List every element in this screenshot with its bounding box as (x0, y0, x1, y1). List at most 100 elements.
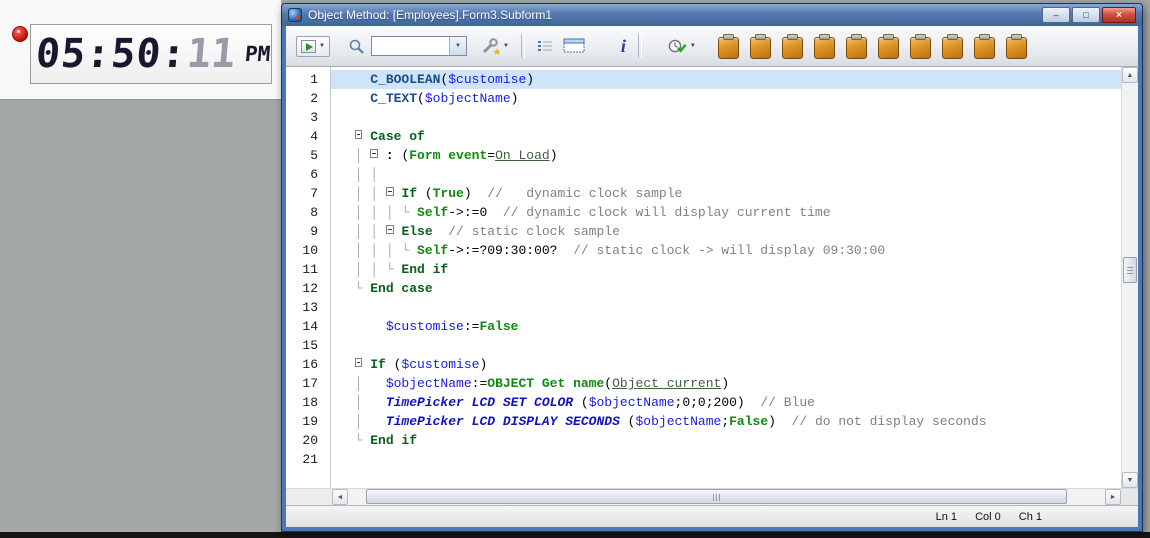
combobox-dropdown-button[interactable]: ▼ (449, 37, 466, 55)
line-number[interactable]: 15 (286, 336, 330, 355)
tools-button[interactable]: ▼ (481, 38, 509, 55)
fold-toggle-icon[interactable] (386, 187, 394, 196)
line-number[interactable]: 11 (286, 260, 330, 279)
code-line-text[interactable]: │ │ Else // static clock sample (330, 222, 1121, 241)
minimize-button[interactable]: – (1042, 7, 1070, 23)
horizontal-scroll-thumb[interactable] (366, 489, 1067, 504)
code-line-text[interactable]: If ($customise) (330, 355, 1121, 374)
line-number[interactable]: 9 (286, 222, 330, 241)
code-line[interactable]: 3 (286, 108, 1121, 127)
line-number[interactable]: 6 (286, 165, 330, 184)
code-line[interactable]: 21 (286, 450, 1121, 469)
clipboard-9-button[interactable] (974, 34, 995, 59)
code-line[interactable]: 16 If ($customise) (286, 355, 1121, 374)
vertical-scrollbar[interactable]: ▲ ▼ (1121, 67, 1138, 488)
code-line-text[interactable]: │ TimePicker LCD SET COLOR ($objectName;… (330, 393, 1121, 412)
fold-toggle-icon[interactable] (386, 225, 394, 234)
clipboard-7-button[interactable] (910, 34, 931, 59)
line-number[interactable]: 7 (286, 184, 330, 203)
line-number[interactable]: 19 (286, 412, 330, 431)
method-window-icon[interactable] (563, 38, 585, 54)
code-line[interactable]: 15 (286, 336, 1121, 355)
line-number[interactable]: 21 (286, 450, 330, 469)
code-line-text[interactable]: Case of (330, 127, 1121, 146)
clipboard-3-button[interactable] (782, 34, 803, 59)
line-number[interactable]: 10 (286, 241, 330, 260)
titlebar[interactable]: Object Method: [Employees].Form3.Subform… (282, 4, 1142, 26)
code-line[interactable]: 12 └ End case (286, 279, 1121, 298)
code-line-text[interactable]: │ : (Form event=On Load) (330, 146, 1121, 165)
search-icon[interactable] (348, 38, 365, 55)
line-number[interactable]: 1 (286, 70, 330, 89)
code-line-text[interactable]: └ End if (330, 431, 1121, 450)
execute-method-button[interactable]: ▼ (296, 36, 330, 57)
code-line[interactable]: 19 │ TimePicker LCD DISPLAY SECONDS ($ob… (286, 412, 1121, 431)
clipboard-5-button[interactable] (846, 34, 867, 59)
code-line-text[interactable]: $customise:=False (330, 317, 1121, 336)
scroll-right-button[interactable]: ► (1105, 489, 1121, 505)
fold-toggle-icon[interactable] (355, 130, 363, 139)
code-line[interactable]: 4 Case of (286, 127, 1121, 146)
line-number[interactable]: 3 (286, 108, 330, 127)
maximize-button[interactable]: □ (1072, 7, 1100, 23)
line-number[interactable]: 4 (286, 127, 330, 146)
line-number[interactable]: 20 (286, 431, 330, 450)
code-line-text[interactable]: └ End case (330, 279, 1121, 298)
code-line-text[interactable] (330, 450, 1121, 469)
code-line-text[interactable]: C_BOOLEAN($customise) (330, 70, 1121, 89)
line-number[interactable]: 16 (286, 355, 330, 374)
code-line-text[interactable]: │ TimePicker LCD DISPLAY SECONDS ($objec… (330, 412, 1121, 431)
line-number[interactable]: 12 (286, 279, 330, 298)
clipboard-2-button[interactable] (750, 34, 771, 59)
horizontal-scroll-track[interactable] (348, 489, 1105, 505)
clipboard-4-button[interactable] (814, 34, 835, 59)
fold-toggle-icon[interactable] (370, 149, 378, 158)
code-line-text[interactable] (330, 336, 1121, 355)
line-number[interactable]: 8 (286, 203, 330, 222)
code-line-text[interactable] (330, 298, 1121, 317)
code-line[interactable]: 10 │ │ │ └ Self->:=?09:30:00? // static … (286, 241, 1121, 260)
fold-toggle-icon[interactable] (355, 358, 363, 367)
line-number[interactable]: 13 (286, 298, 330, 317)
method-search-input[interactable] (372, 37, 449, 55)
code-line[interactable]: 18 │ TimePicker LCD SET COLOR ($objectNa… (286, 393, 1121, 412)
code-line[interactable]: 20 └ End if (286, 431, 1121, 450)
horizontal-scrollbar[interactable]: ◄ ► (332, 489, 1138, 505)
code-line[interactable]: 13 (286, 298, 1121, 317)
clipboard-8-button[interactable] (942, 34, 963, 59)
code-line[interactable]: 14 $customise:=False (286, 317, 1121, 336)
code-line-text[interactable]: C_TEXT($objectName) (330, 89, 1121, 108)
code-line-text[interactable]: │ $objectName:=OBJECT Get name(Object cu… (330, 374, 1121, 393)
code-line[interactable]: 8 │ │ │ └ Self->:=0 // dynamic clock wil… (286, 203, 1121, 222)
code-line-text[interactable]: │ │ (330, 165, 1121, 184)
code-line[interactable]: 11 │ │ └ End if (286, 260, 1121, 279)
clipboard-6-button[interactable] (878, 34, 899, 59)
line-number[interactable]: 18 (286, 393, 330, 412)
line-number[interactable]: 5 (286, 146, 330, 165)
timer-options-button[interactable]: ▼ (668, 38, 696, 55)
vertical-scroll-thumb[interactable] (1123, 257, 1137, 283)
close-button[interactable]: × (1102, 7, 1136, 23)
scroll-up-button[interactable]: ▲ (1122, 67, 1138, 83)
clipboard-1-button[interactable] (718, 34, 739, 59)
code-line[interactable]: 7 │ │ If (True) // dynamic clock sample (286, 184, 1121, 203)
line-number[interactable]: 14 (286, 317, 330, 336)
code-line-text[interactable]: │ │ If (True) // dynamic clock sample (330, 184, 1121, 203)
code-line[interactable]: 1 C_BOOLEAN($customise) (286, 70, 1121, 89)
code-editor[interactable]: 1 C_BOOLEAN($customise)2 C_TEXT($objectN… (286, 67, 1121, 488)
collapse-list-icon[interactable] (537, 39, 553, 53)
information-icon[interactable]: i (621, 37, 626, 55)
scroll-down-button[interactable]: ▼ (1122, 472, 1138, 488)
code-line[interactable]: 5 │ : (Form event=On Load) (286, 146, 1121, 165)
code-line[interactable]: 6 │ │ (286, 165, 1121, 184)
line-number[interactable]: 17 (286, 374, 330, 393)
scroll-left-button[interactable]: ◄ (332, 489, 348, 505)
code-line-text[interactable] (330, 108, 1121, 127)
clipboard-10-button[interactable] (1006, 34, 1027, 59)
code-line-text[interactable]: │ │ └ End if (330, 260, 1121, 279)
code-line[interactable]: 2 C_TEXT($objectName) (286, 89, 1121, 108)
code-line[interactable]: 17 │ $objectName:=OBJECT Get name(Object… (286, 374, 1121, 393)
code-line-text[interactable]: │ │ │ └ Self->:=0 // dynamic clock will … (330, 203, 1121, 222)
code-line-text[interactable]: │ │ │ └ Self->:=?09:30:00? // static clo… (330, 241, 1121, 260)
line-number[interactable]: 2 (286, 89, 330, 108)
